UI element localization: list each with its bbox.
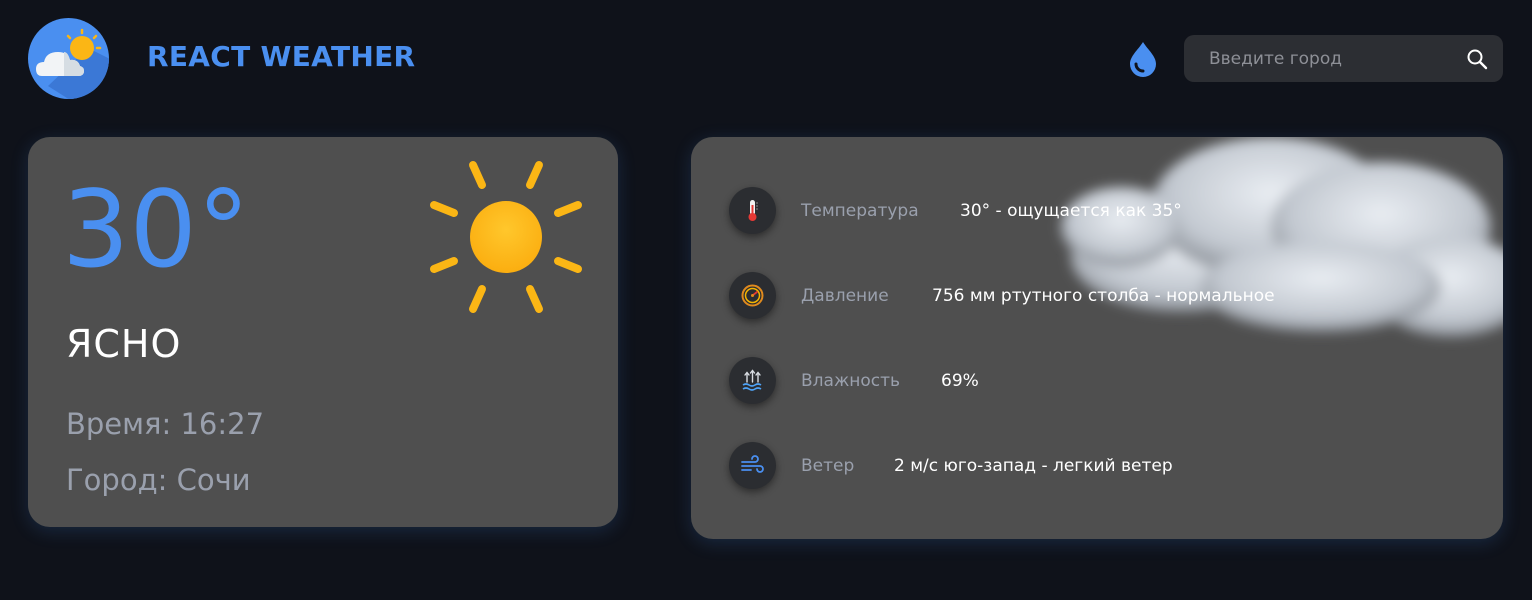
weather-logo-icon[interactable] [28, 18, 109, 99]
pressure-gauge-icon [729, 272, 776, 319]
search-icon[interactable] [1466, 48, 1488, 70]
detail-value: 30° - ощущается как 35° [960, 201, 1182, 221]
detail-label: Влажность [801, 371, 901, 391]
search-box [1184, 35, 1503, 82]
city-name: Город: Сочи [66, 463, 251, 497]
sun-icon [430, 161, 582, 313]
detail-row-temperature: Температура 30° - ощущается как 35° [729, 187, 1489, 235]
local-time: Время: 16:27 [66, 407, 265, 441]
details-card: Температура 30° - ощущается как 35° Давл… [691, 137, 1503, 539]
cloud-background-icon [1061, 137, 1503, 337]
current-temperature: 30° [62, 168, 250, 291]
detail-row-pressure: Давление 756 мм ртутного столба - нормал… [729, 272, 1489, 320]
detail-row-humidity: Влажность 69% [729, 357, 1489, 405]
thermometer-icon [729, 187, 776, 234]
today-card: 30° ЯСНО Время: 16:27 Город: Сочи [28, 137, 618, 527]
detail-row-wind: Ветер 2 м/с юго-запад - легкий ветер [729, 442, 1489, 490]
wind-icon [729, 442, 776, 489]
weather-condition: ЯСНО [66, 322, 182, 366]
theme-toggle-drop-icon[interactable] [1126, 40, 1160, 78]
header: REACT WEATHER [0, 0, 1532, 118]
detail-value: 756 мм ртутного столба - нормальное [932, 286, 1275, 306]
city-search-input[interactable] [1184, 35, 1454, 82]
detail-label: Температура [801, 201, 919, 221]
app-title: REACT WEATHER [147, 40, 416, 73]
detail-value: 2 м/с юго-запад - легкий ветер [894, 456, 1173, 476]
detail-value: 69% [941, 371, 979, 391]
humidity-icon [729, 357, 776, 404]
detail-label: Давление [801, 286, 889, 306]
detail-label: Ветер [801, 456, 855, 476]
